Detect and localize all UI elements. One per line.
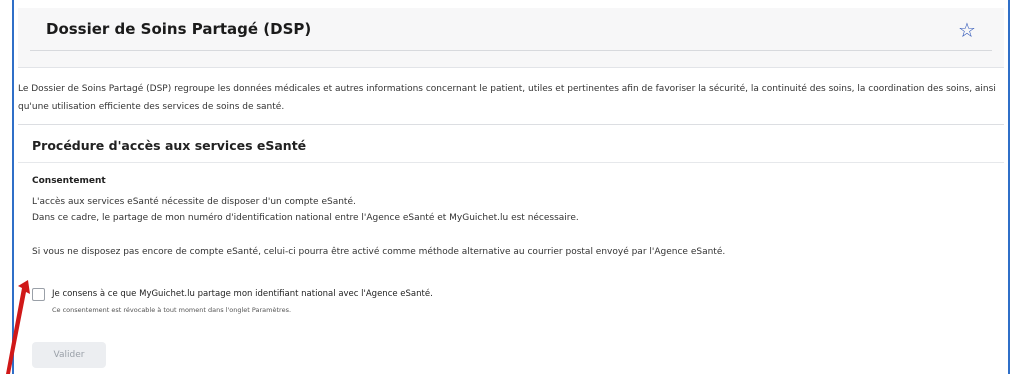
consent-line-3: Si vous ne disposez pas encore de compte… bbox=[32, 247, 726, 257]
consent-line-2: Dans ce cadre, le partage de mon numéro … bbox=[32, 213, 579, 223]
page-title: Dossier de Soins Partagé (DSP) bbox=[46, 20, 312, 38]
consent-revocable-note: Ce consentement est révocable à tout mom… bbox=[52, 306, 292, 314]
right-border bbox=[1008, 0, 1010, 374]
validate-button[interactable]: Valider bbox=[32, 342, 106, 368]
star-icon[interactable]: ☆ bbox=[958, 20, 976, 40]
red-arrow-icon bbox=[0, 280, 30, 374]
consent-checkbox[interactable] bbox=[32, 288, 45, 301]
dsp-panel: Dossier de Soins Partagé (DSP) ☆ Le Doss… bbox=[0, 0, 1013, 374]
consent-line-1: L'accès aux services eSanté nécessite de… bbox=[32, 197, 356, 207]
header-card bbox=[18, 8, 1004, 68]
divider bbox=[18, 124, 1004, 125]
consent-checkbox-label[interactable]: Je consens à ce que MyGuichet.lu partage… bbox=[52, 289, 433, 299]
intro-text: Le Dossier de Soins Partagé (DSP) regrou… bbox=[18, 84, 996, 112]
consent-heading: Consentement bbox=[32, 176, 106, 186]
divider bbox=[18, 162, 1004, 163]
divider bbox=[30, 50, 992, 51]
section-title: Procédure d'accès aux services eSanté bbox=[32, 138, 307, 153]
